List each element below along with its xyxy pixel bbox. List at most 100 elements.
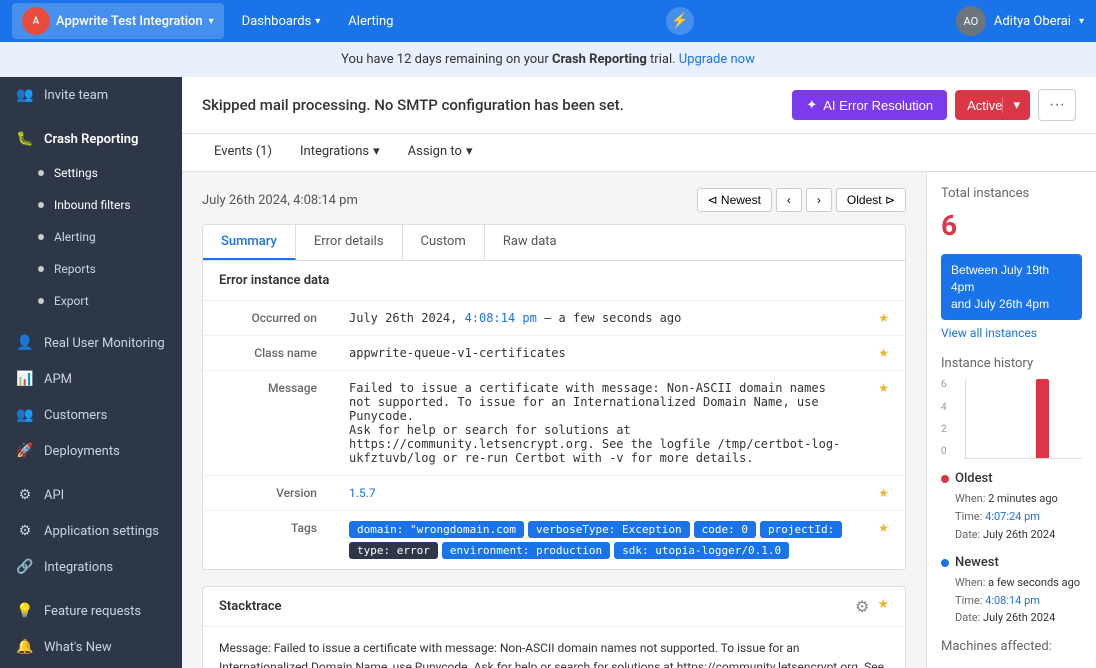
sidebar-dot-reports (38, 266, 44, 272)
error-title: Skipped mail processing. No SMTP configu… (202, 96, 624, 114)
integrations-nav-item[interactable]: Integrations ▾ (288, 134, 392, 171)
sidebar-label-customers: Customers (44, 408, 107, 423)
upgrade-link[interactable]: Upgrade now (679, 52, 755, 67)
total-count: 6 (941, 209, 1082, 242)
sidebar-item-reports[interactable]: Reports (0, 253, 182, 285)
next-button[interactable]: › (806, 188, 832, 212)
stacktrace-settings-icon[interactable]: ⚙ (855, 597, 869, 616)
occurred-on-value: July 26th 2024, 4:08:14 pm – a few secon… (333, 301, 862, 336)
tags-container: domain: "wrongdomain.com verboseType: Ex… (349, 521, 846, 559)
integrations-label: Integrations (300, 144, 369, 159)
integrations-chevron-icon: ▾ (373, 144, 380, 159)
newest-button[interactable]: ⊲ ⊲ NewestNewest (697, 188, 772, 212)
stacktrace-header: Stacktrace ⚙ ★ (203, 587, 905, 627)
tab-error-details[interactable]: Error details (296, 225, 403, 260)
prev-button[interactable]: ‹ (776, 188, 802, 212)
assign-to-nav-item[interactable]: Assign to ▾ (396, 134, 485, 171)
newest-detail: When: a few seconds ago Time: 4:08:14 pm… (941, 574, 1082, 627)
sidebar-item-deployments[interactable]: 🚀 Deployments (0, 433, 182, 469)
sidebar-item-inbound-filters[interactable]: Inbound filters (0, 189, 182, 221)
tag-sdk: sdk: utopia-logger/0.1.0 (614, 542, 789, 559)
alerting-label: Alerting (348, 14, 393, 29)
sidebar-item-whats-new[interactable]: 🔔 What's New (0, 629, 182, 665)
sidebar-item-application-settings[interactable]: ⚙ Application settings (0, 513, 182, 549)
feature-requests-icon: 💡 (16, 602, 34, 620)
sidebar-item-feature-requests[interactable]: 💡 Feature requests (0, 593, 182, 629)
newest-label: Newest (955, 555, 999, 570)
view-all-instances-link[interactable]: View all instances (941, 326, 1082, 340)
instance-range-button[interactable]: Between July 19th 4pmand July 26th 4pm (941, 254, 1082, 320)
table-row: Version 1.5.7 ★ (203, 476, 905, 511)
stacktrace-star-icon[interactable]: ★ (877, 597, 889, 616)
status-chevron-icon[interactable]: ▾ (1002, 97, 1030, 113)
app-selector[interactable]: A Appwrite Test Integration ▾ (12, 3, 224, 39)
apm-icon: 📊 (16, 370, 34, 388)
oldest-date: July 26th 2024 (983, 528, 1055, 541)
user-avatar[interactable]: AO (956, 6, 986, 36)
sidebar-item-customers[interactable]: 👥 Customers (0, 397, 182, 433)
ai-resolution-button[interactable]: ✦ AI Error Resolution (792, 90, 947, 120)
tag-code: code: 0 (694, 521, 756, 538)
chart-label-6: 6 (941, 379, 947, 390)
error-instance-card: Error instance data Occurred on July 26t… (202, 260, 906, 570)
range-label: Between July 19th 4pmand July 26th 4pm (951, 263, 1049, 311)
status-button[interactable]: Active ▾ (955, 90, 1030, 120)
integrations-icon: 🔗 (16, 558, 34, 576)
sidebar-label-settings: Settings (54, 166, 98, 180)
table-row: Occurred on July 26th 2024, 4:08:14 pm –… (203, 301, 905, 336)
version-star-icon[interactable]: ★ (878, 486, 889, 500)
alerting-nav[interactable]: Alerting (338, 10, 403, 33)
tab-summary[interactable]: Summary (203, 225, 296, 260)
instance-history-label: Instance history (941, 356, 1082, 371)
sidebar-item-settings[interactable]: Settings (0, 157, 182, 189)
sidebar-label-inbound-filters: Inbound filters (54, 198, 131, 212)
tab-raw-data[interactable]: Raw data (485, 225, 575, 260)
more-dots-icon: ··· (1049, 96, 1065, 113)
oldest-icon: ⊳ (885, 193, 895, 207)
ai-sparkle-icon: ✦ (806, 97, 817, 113)
occurred-on-star-icon[interactable]: ★ (878, 311, 889, 325)
sidebar-label-whats-new: What's New (44, 640, 112, 655)
assign-to-chevron-icon: ▾ (466, 144, 473, 159)
sidebar-item-apm[interactable]: 📊 APM (0, 361, 182, 397)
class-name-value: appwrite-queue-v1-certificates (333, 336, 862, 371)
event-date: July 26th 2024, 4:08:14 pm (202, 193, 358, 208)
sidebar-dot-alerting (38, 234, 44, 240)
tab-error-details-label: Error details (314, 234, 384, 249)
main-panel: July 26th 2024, 4:08:14 pm ⊲ ⊲ NewestNew… (182, 172, 926, 668)
error-instance-title: Error instance data (203, 261, 905, 301)
sidebar-item-alerting[interactable]: Alerting (0, 221, 182, 253)
more-options-button[interactable]: ··· (1038, 89, 1076, 121)
tags-star-icon[interactable]: ★ (878, 521, 889, 535)
sidebar-label-api: API (44, 488, 64, 503)
sidebar-item-crash-reporting[interactable]: 🐛 Crash Reporting (0, 121, 182, 157)
version-link[interactable]: 1.5.7 (349, 486, 376, 500)
invite-team-icon: 👥 (16, 86, 34, 104)
deployments-icon: 🚀 (16, 442, 34, 460)
tag-project-id: projectId: (760, 521, 842, 538)
newest-icon: ⊲ (708, 193, 718, 207)
version-value: 1.5.7 (333, 476, 862, 511)
user-name: Aditya Oberai (994, 14, 1071, 29)
sidebar-item-export[interactable]: Export (0, 285, 182, 317)
table-row: Tags domain: "wrongdomain.com verboseTyp… (203, 511, 905, 570)
sidebar-item-integrations[interactable]: 🔗 Integrations (0, 549, 182, 585)
sidebar-item-rum[interactable]: 👤 Real User Monitoring (0, 325, 182, 361)
oldest-when-row: When: 2 minutes ago (955, 490, 1082, 508)
sidebar-label-export: Export (54, 294, 89, 308)
tab-custom[interactable]: Custom (403, 225, 485, 260)
sidebar-dot-settings (38, 170, 44, 176)
events-nav-item[interactable]: Events (1) (202, 134, 284, 171)
sidebar-item-invite-team[interactable]: 👥 Invite team (0, 77, 182, 113)
tags-label: Tags (203, 511, 333, 570)
error-actions: ✦ AI Error Resolution Active ▾ ··· (792, 89, 1076, 121)
dashboards-nav[interactable]: Dashboards ▾ (232, 10, 331, 33)
oldest-button[interactable]: Oldest ⊳ (836, 188, 906, 212)
newest-date: July 26th 2024 (983, 611, 1055, 624)
class-name-star-icon[interactable]: ★ (878, 346, 889, 360)
sidebar-item-api[interactable]: ⚙ API (0, 477, 182, 513)
message-star-icon[interactable]: ★ (878, 381, 889, 395)
oldest-time-row: Time: 4:07:24 pm (955, 508, 1082, 526)
oldest-date-row: Date: July 26th 2024 (955, 526, 1082, 544)
next-icon: › (817, 193, 821, 207)
